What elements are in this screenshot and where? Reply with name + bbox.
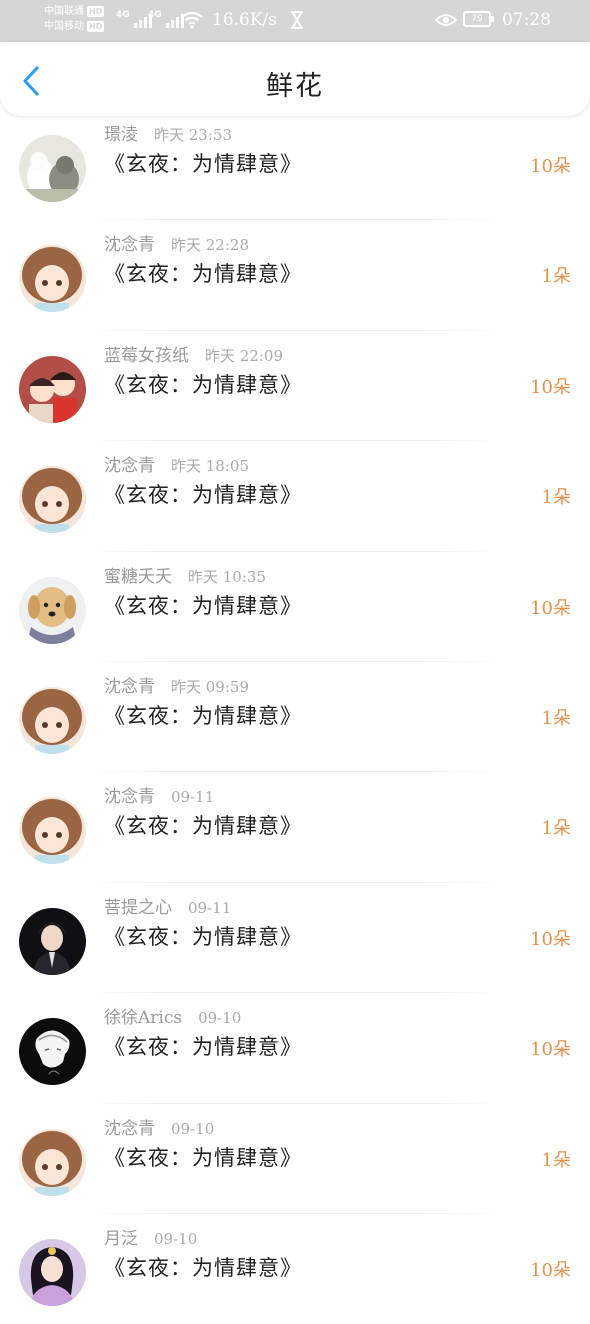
avatar[interactable]	[19, 1128, 86, 1196]
anime-girl-avatar	[19, 686, 86, 754]
book-title[interactable]: 《玄夜：为情肆意》	[104, 1031, 302, 1061]
book-title[interactable]: 《玄夜：为情肆意》	[104, 921, 302, 951]
avatar[interactable]	[19, 907, 86, 975]
flower-count: 1朵	[541, 487, 571, 509]
avatar[interactable]	[19, 466, 86, 534]
avatar[interactable]	[19, 686, 86, 754]
hd-badge: HD	[87, 6, 105, 17]
sketch-avatar	[19, 1018, 86, 1086]
book-title[interactable]: 《玄夜：为情肆意》	[104, 590, 302, 620]
list-item[interactable]: 沈念青 昨天 18:05 《玄夜：为情肆意》 1朵	[0, 441, 590, 552]
anime-girl-avatar	[19, 1128, 86, 1196]
avatar[interactable]	[19, 576, 86, 644]
timestamp: 昨天 22:09	[205, 346, 283, 365]
anime-girl-avatar	[19, 797, 86, 865]
book-title[interactable]: 《玄夜：为情肆意》	[104, 258, 302, 288]
carrier-info: 中国联通 HD 中国移动 HD	[44, 4, 105, 34]
anime-couple-avatar	[19, 355, 86, 423]
timestamp: 昨天 09:59	[171, 677, 249, 696]
user-name[interactable]: 沈念青	[104, 1119, 155, 1139]
user-name[interactable]: 蜜糖夭夭	[104, 567, 172, 587]
header-bar: 鲜花	[0, 42, 590, 116]
user-name[interactable]: 月泛	[104, 1229, 138, 1249]
user-name[interactable]: 沈念青	[104, 677, 155, 697]
timestamp: 昨天 23:53	[154, 126, 232, 144]
dog-avatar	[19, 576, 86, 644]
signal-icon: 4G	[148, 10, 184, 28]
flower-count: 10朵	[530, 376, 571, 398]
timestamp: 09-11	[171, 788, 215, 807]
status-bar: 中国联通 HD 中国移动 HD 4G 4G 16.6K/s 79 07:28	[0, 0, 590, 42]
avatar[interactable]	[19, 1018, 86, 1086]
list-item[interactable]: 徐徐Arics 09-10 《玄夜：为情肆意》 10朵	[0, 993, 590, 1104]
book-title[interactable]: 《玄夜：为情肆意》	[104, 369, 302, 399]
timestamp: 09-11	[188, 898, 232, 917]
hd-badge: HD	[87, 21, 105, 32]
book-title[interactable]: 《玄夜：为情肆意》	[104, 148, 302, 178]
timestamp: 09-10	[171, 1119, 215, 1138]
flower-list: 璟淩 昨天 23:53 《玄夜：为情肆意》 10朵 沈念青 昨天 22:28 《玄夜…	[0, 120, 590, 1324]
list-item[interactable]: 璟淩 昨天 23:53 《玄夜：为情肆意》 10朵	[0, 110, 590, 221]
timestamp: 昨天 10:35	[188, 567, 266, 586]
hourglass-icon	[291, 11, 303, 29]
eye-icon	[435, 14, 457, 26]
avatar[interactable]	[19, 1238, 86, 1306]
anime-girl-avatar	[19, 245, 86, 313]
book-title[interactable]: 《玄夜：为情肆意》	[104, 479, 302, 509]
user-name[interactable]: 沈念青	[104, 456, 155, 476]
battery-icon: 79	[463, 11, 494, 27]
flower-count: 10朵	[530, 928, 571, 950]
list-item[interactable]: 月泛 09-10 《玄夜：为情肆意》 10朵	[0, 1214, 590, 1324]
avatar[interactable]	[19, 245, 86, 313]
flower-count: 10朵	[530, 597, 571, 619]
user-name[interactable]: 沈念青	[104, 787, 155, 807]
anime-girl-avatar	[19, 466, 86, 534]
avatar[interactable]	[19, 797, 86, 865]
book-title[interactable]: 《玄夜：为情肆意》	[104, 700, 302, 730]
flower-count: 1朵	[541, 1149, 571, 1171]
user-name[interactable]: 菩提之心	[104, 898, 172, 918]
list-item[interactable]: 蜜糖夭夭 昨天 10:35 《玄夜：为情肆意》 10朵	[0, 552, 590, 662]
flower-count: 1朵	[541, 818, 571, 840]
flower-count: 1朵	[541, 707, 571, 729]
user-name[interactable]: 徐徐Arics	[104, 1008, 182, 1028]
costume-girl-avatar	[19, 1238, 86, 1306]
carrier-2: 中国移动	[44, 21, 84, 32]
book-title[interactable]: 《玄夜：为情肆意》	[104, 1252, 302, 1282]
flower-count: 10朵	[530, 1039, 571, 1061]
list-item[interactable]: 蓝莓女孩纸 昨天 22:09 《玄夜：为情肆意》 10朵	[0, 331, 590, 442]
list-item[interactable]: 沈念青 09-11 《玄夜：为情肆意》 1朵	[0, 772, 590, 883]
list-item[interactable]: 沈念青 昨天 09:59 《玄夜：为情肆意》 1朵	[0, 662, 590, 773]
timestamp: 09-10	[154, 1229, 198, 1248]
flower-count: 10朵	[530, 156, 571, 177]
user-name[interactable]: 沈念青	[104, 235, 155, 255]
avatar[interactable]	[19, 355, 86, 423]
carrier-1: 中国联通	[44, 6, 84, 17]
user-name[interactable]: 蓝莓女孩纸	[104, 346, 189, 366]
clock: 07:28	[502, 10, 551, 30]
book-title[interactable]: 《玄夜：为情肆意》	[104, 1142, 302, 1172]
network-speed: 16.6K/s	[212, 10, 278, 30]
signal-icon: 4G	[116, 10, 152, 28]
timestamp: 09-10	[198, 1009, 242, 1028]
flower-count: 1朵	[541, 266, 571, 288]
man-photo-avatar	[19, 907, 86, 975]
list-item[interactable]: 沈念青 昨天 22:28 《玄夜：为情肆意》 1朵	[0, 220, 590, 331]
list-item[interactable]: 沈念青 09-10 《玄夜：为情肆意》 1朵	[0, 1104, 590, 1214]
wifi-icon	[181, 11, 203, 29]
timestamp: 昨天 18:05	[171, 457, 249, 476]
book-title[interactable]: 《玄夜：为情肆意》	[104, 810, 302, 840]
page-title: 鲜花	[266, 71, 324, 102]
flower-count: 10朵	[530, 1259, 571, 1281]
timestamp: 昨天 22:28	[171, 236, 249, 255]
user-name[interactable]: 璟淩	[104, 125, 138, 145]
list-item[interactable]: 菩提之心 09-11 《玄夜：为情肆意》 10朵	[0, 883, 590, 994]
avatar[interactable]	[19, 135, 86, 202]
cats-avatar	[19, 135, 86, 202]
